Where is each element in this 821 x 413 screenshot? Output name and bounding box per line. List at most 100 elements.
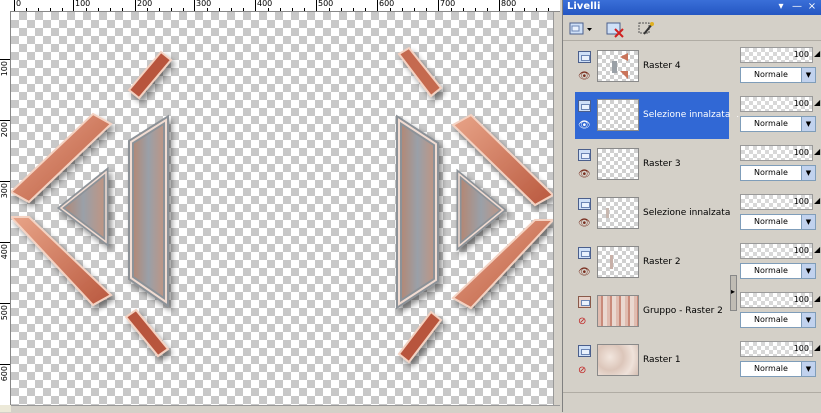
blend-mode-select[interactable]: Normale ▼ (740, 361, 816, 377)
layer-name: Selezione innalzata 1 (643, 110, 739, 120)
slider-caret-icon[interactable]: ◢ (814, 245, 820, 254)
layer-row[interactable]: 👁 Raster 3 (575, 141, 729, 188)
opacity-slider[interactable]: 100 (740, 96, 813, 112)
layer-row[interactable]: ⊘ Gruppo - Raster 2 (575, 288, 729, 335)
ruler-label: 400 (257, 0, 273, 8)
layer-thumbnail (597, 344, 639, 376)
eye-icon[interactable]: 👁 (578, 219, 591, 229)
blend-mode-select[interactable]: Normale ▼ (740, 67, 816, 83)
horizontal-ruler: 0 100 200 300 400 500 600 700 800 (0, 0, 560, 12)
layer-thumbnail (597, 246, 639, 278)
canvas-area: 0 100 200 300 400 500 600 700 800 100 20… (0, 0, 561, 413)
chevron-down-icon[interactable]: ▼ (801, 264, 815, 278)
new-layer-button[interactable] (567, 19, 595, 39)
ruler-label: 500 (0, 305, 9, 321)
blend-mode-select[interactable]: Normale ▼ (740, 312, 816, 328)
layer-name: Gruppo - Raster 2 (643, 306, 723, 316)
blend-mode-select[interactable]: Normale ▼ (740, 263, 816, 279)
chevron-down-icon[interactable]: ▼ (801, 313, 815, 327)
layer-name: Raster 2 (643, 257, 681, 267)
palette-titlebar[interactable]: Livelli ▾ — × (563, 0, 821, 15)
minimize-icon[interactable]: — (791, 1, 803, 13)
opacity-value: 100 (793, 246, 809, 255)
chevron-down-icon[interactable]: ▼ (801, 362, 815, 376)
group-layer-icon (578, 296, 591, 308)
opacity-value: 100 (793, 99, 809, 108)
opacity-value: 100 (793, 295, 809, 304)
layers-palette: Livelli ▾ — × Pinuccia maidir (562, 0, 821, 413)
blend-mode-select[interactable]: Normale ▼ (740, 116, 816, 132)
new-layer-icon (569, 22, 592, 35)
layer-thumbnail (597, 99, 639, 131)
slider-caret-icon[interactable]: ◢ (814, 49, 820, 58)
close-icon[interactable]: × (806, 1, 818, 13)
slider-caret-icon[interactable]: ◢ (814, 98, 820, 107)
raster-layer-icon (578, 100, 591, 112)
blend-mode-value: Normale (754, 168, 788, 177)
blend-mode-value: Normale (754, 70, 788, 79)
vertical-ruler: 100 200 300 400 500 600 (0, 11, 11, 405)
layer-name: Selezione innalzata (643, 208, 731, 218)
layer-row[interactable]: 👁 Selezione innalzata (575, 190, 731, 237)
blend-mode-value: Normale (754, 315, 788, 324)
layer-thumbnail (597, 197, 639, 229)
delete-layer-button[interactable] (603, 19, 627, 39)
raster-layer-icon (578, 247, 591, 259)
blend-mode-value: Normale (754, 266, 788, 275)
slider-caret-icon[interactable]: ◢ (814, 196, 820, 205)
blend-mode-select[interactable]: Normale ▼ (740, 214, 816, 230)
slider-caret-icon[interactable]: ◢ (814, 343, 820, 352)
chevron-down-icon[interactable]: ▼ (801, 117, 815, 131)
eye-icon[interactable]: 👁 (578, 72, 591, 82)
raster-layer-icon (578, 51, 591, 63)
layer-list-scrollbar[interactable]: ▸ (730, 43, 737, 387)
visibility-off-icon[interactable]: ⊘ (578, 366, 591, 376)
palette-bottom-strip (563, 392, 821, 413)
left-ornament (11, 50, 173, 358)
image-canvas[interactable] (11, 12, 553, 405)
ruler-label: 100 (75, 0, 91, 8)
layer-name: Raster 3 (643, 159, 681, 169)
blend-mode-value: Normale (754, 119, 788, 128)
menu-arrow-icon[interactable]: ▾ (775, 1, 787, 13)
layer-name: Raster 1 (643, 355, 681, 365)
opacity-value: 100 (793, 344, 809, 353)
layer-row[interactable]: ⊘ Raster 1 (575, 337, 729, 384)
visibility-off-icon[interactable]: ⊘ (578, 317, 591, 327)
eye-icon[interactable]: 👁 (578, 268, 591, 278)
ruler-label: 500 (318, 0, 334, 8)
right-ornament (396, 46, 553, 364)
raster-layer-icon (578, 345, 591, 357)
chevron-down-icon[interactable]: ▼ (801, 215, 815, 229)
chevron-down-icon[interactable]: ▼ (801, 68, 815, 82)
eye-icon[interactable]: 👁 (578, 170, 591, 180)
opacity-slider[interactable]: 100 (740, 243, 813, 259)
chevron-down-icon[interactable]: ▼ (801, 166, 815, 180)
opacity-value: 100 (793, 197, 809, 206)
layer-thumbnail (597, 50, 639, 82)
layer-row-selected[interactable]: 👁 Selezione innalzata 1 (575, 92, 739, 139)
opacity-slider[interactable]: 100 (740, 145, 813, 161)
opacity-slider[interactable]: 100 (740, 194, 813, 210)
blend-mode-select[interactable]: Normale ▼ (740, 165, 816, 181)
eye-icon[interactable]: 👁 (578, 121, 591, 131)
slider-caret-icon[interactable]: ◢ (814, 294, 820, 303)
ruler-label: 200 (137, 0, 153, 8)
layer-row[interactable]: 👁 Raster 2 (575, 239, 729, 286)
layer-properties-button[interactable] (635, 19, 657, 39)
canvas-vertical-scrollbar[interactable] (553, 12, 561, 405)
ruler-label: 400 (0, 244, 9, 260)
opacity-slider[interactable]: 100 (740, 292, 813, 308)
slider-caret-icon[interactable]: ◢ (814, 147, 820, 156)
ruler-label: 300 (0, 183, 9, 199)
expand-arrow-icon[interactable]: ▸ (731, 287, 735, 296)
opacity-slider[interactable]: 100 (740, 341, 813, 357)
raster-layer-icon (578, 198, 591, 210)
artwork (11, 46, 553, 364)
ruler-label: 600 (379, 0, 395, 8)
layer-row[interactable]: 👁 Raster 4 (575, 43, 729, 90)
brush-icon (638, 22, 654, 35)
opacity-slider[interactable]: 100 (740, 47, 813, 63)
ruler-label: 0 (16, 0, 22, 8)
ruler-label: 700 (440, 0, 456, 8)
